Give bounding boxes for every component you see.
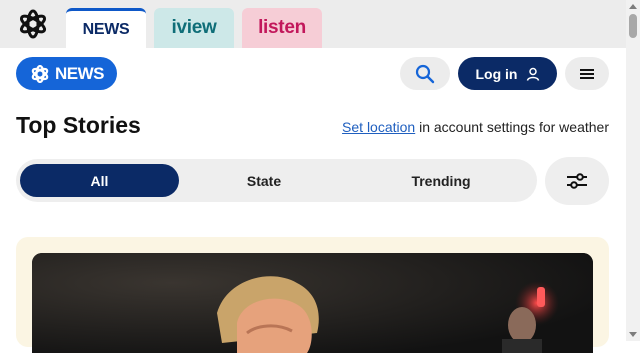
filter-settings-button[interactable] [545, 157, 609, 205]
filter-trending-button[interactable]: Trending [361, 164, 521, 197]
login-button[interactable]: Log in [458, 57, 557, 90]
page-title: Top Stories [16, 112, 141, 138]
network-tab-listen[interactable]: listen [242, 8, 322, 48]
scroll-down-arrow-icon[interactable] [629, 332, 637, 337]
network-bar: NEWS iview listen [0, 0, 626, 48]
network-tab-news[interactable]: NEWS [66, 8, 146, 48]
scroll-up-arrow-icon[interactable] [629, 4, 637, 9]
filter-state-button[interactable]: State [184, 164, 344, 197]
story-image[interactable] [32, 253, 593, 353]
story-filter-group: All State Trending [16, 159, 537, 202]
menu-button[interactable] [565, 57, 609, 90]
location-note-text: in account settings for weather [415, 119, 609, 135]
search-button[interactable] [400, 57, 450, 90]
filter-all-button[interactable]: All [20, 164, 179, 197]
login-label: Log in [475, 65, 518, 82]
abc-logo-icon [31, 64, 49, 83]
news-logo-text: NEWS [55, 63, 105, 83]
hamburger-menu-icon [580, 68, 594, 79]
top-story-card[interactable] [16, 237, 609, 353]
abc-news-logo[interactable]: NEWS [16, 57, 117, 90]
scrollbar-thumb[interactable] [629, 14, 637, 38]
search-icon [415, 64, 435, 83]
story-photo [32, 253, 593, 353]
network-tab-iview[interactable]: iview [154, 8, 234, 48]
sliders-icon [567, 173, 587, 189]
user-icon [526, 67, 539, 81]
location-note: Set location in account settings for wea… [342, 119, 609, 135]
set-location-link[interactable]: Set location [342, 119, 415, 135]
page-scrollbar[interactable] [626, 0, 640, 341]
abc-logo-icon[interactable] [16, 9, 50, 39]
